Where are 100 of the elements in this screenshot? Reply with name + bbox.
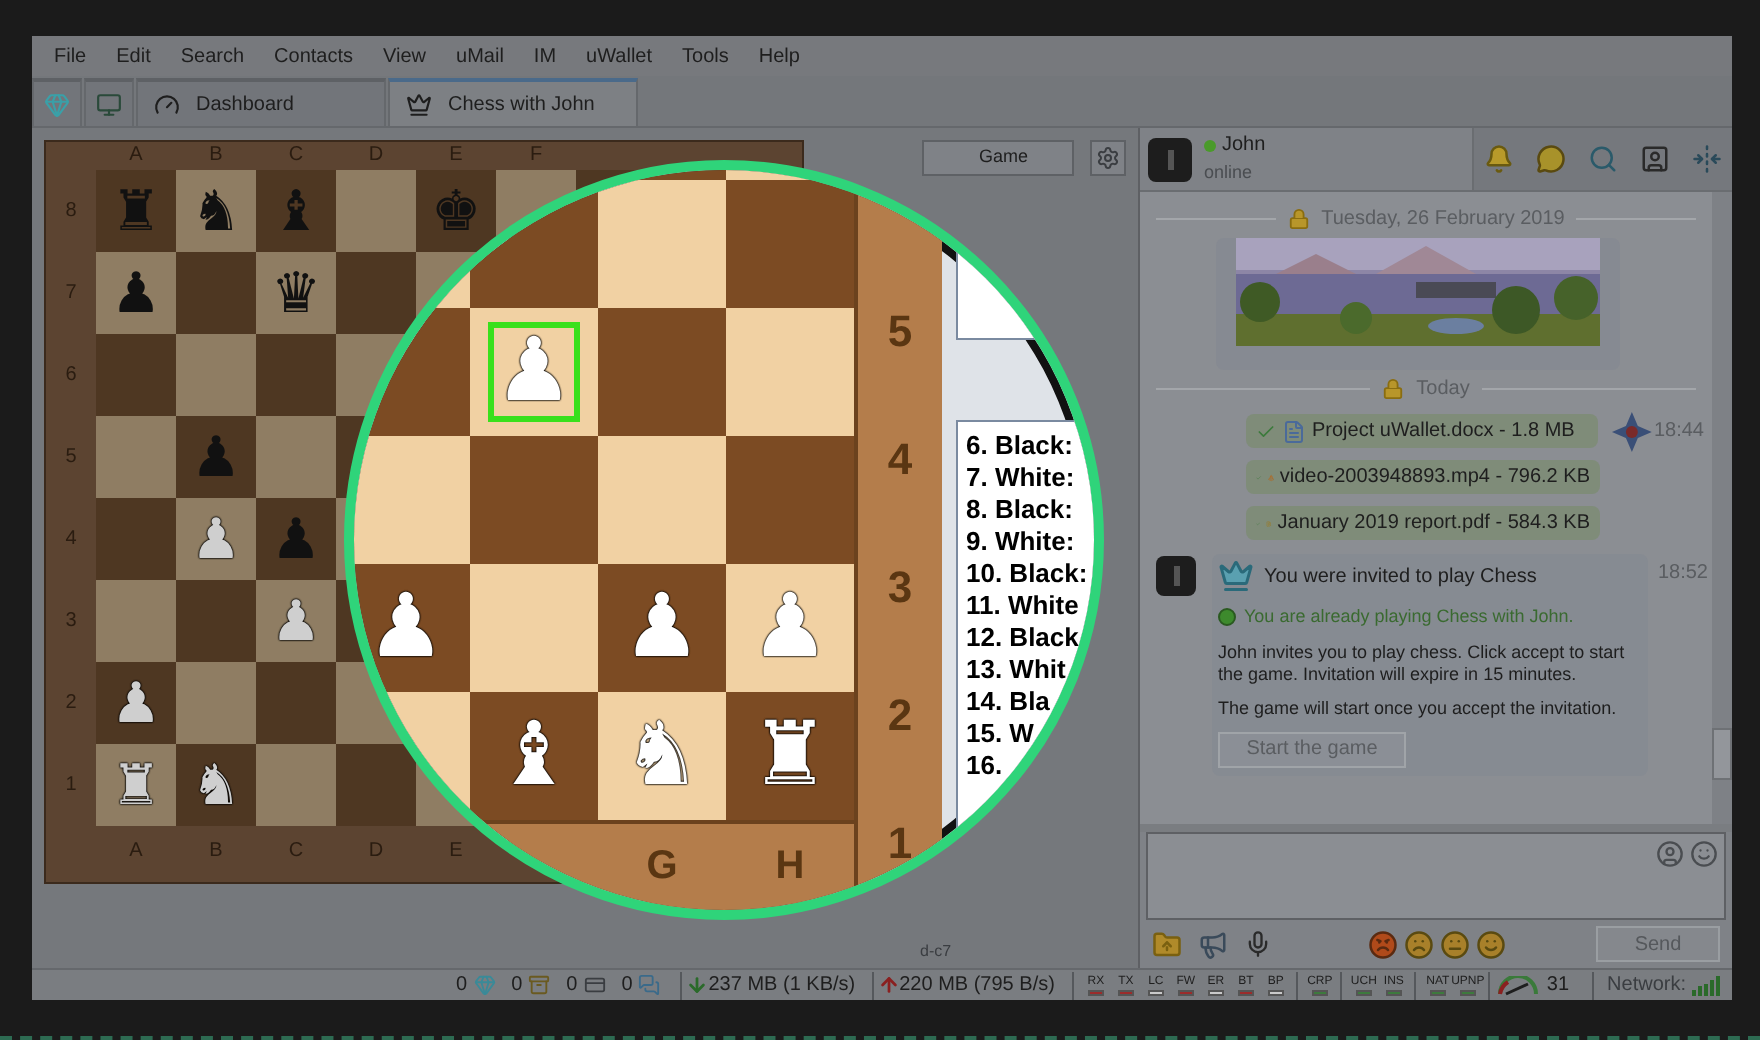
microphone-icon[interactable] bbox=[1244, 930, 1272, 958]
megaphone-icon[interactable] bbox=[1198, 929, 1228, 959]
rank-label: 3 bbox=[885, 560, 915, 616]
chess-piece: ♟ bbox=[488, 322, 580, 422]
smile-emoji-icon[interactable] bbox=[1476, 929, 1506, 959]
avatar bbox=[1148, 137, 1192, 181]
tab[interactable] bbox=[32, 78, 82, 126]
chess-piece: ♟ bbox=[110, 265, 162, 321]
upload-stats: 220 MB (795 B/s) bbox=[899, 972, 1055, 1000]
lock-icon bbox=[1382, 378, 1405, 400]
move-entry: 14. Bla bbox=[966, 686, 1052, 718]
menu-item[interactable]: Search bbox=[180, 41, 245, 71]
file-label: G bbox=[644, 842, 680, 892]
message-input[interactable] bbox=[1146, 832, 1726, 920]
document-icon bbox=[1282, 419, 1306, 443]
speed-gauge-icon bbox=[1496, 975, 1541, 995]
contact-name: John bbox=[1222, 132, 1266, 161]
avatar-icon bbox=[1610, 409, 1654, 453]
chess-piece: ♟ bbox=[622, 584, 702, 672]
contact-card-icon[interactable] bbox=[1639, 144, 1670, 174]
chess-piece: ♟ bbox=[190, 429, 242, 485]
search-icon[interactable] bbox=[1587, 144, 1618, 174]
check-icon bbox=[1256, 421, 1276, 441]
menu-item[interactable]: IM bbox=[533, 41, 557, 71]
bell-icon[interactable] bbox=[1484, 144, 1515, 174]
menu-item[interactable]: Tools bbox=[682, 41, 729, 71]
gauge-icon bbox=[154, 91, 180, 117]
avatar bbox=[1156, 556, 1196, 596]
smile-icon[interactable] bbox=[1690, 840, 1718, 868]
chat-icon bbox=[638, 974, 661, 996]
crown-icon bbox=[1218, 558, 1254, 594]
network-label: Network: bbox=[1607, 972, 1686, 1000]
menu-item[interactable]: Help bbox=[758, 41, 800, 71]
menu-item[interactable]: View bbox=[383, 41, 427, 71]
chat-icon[interactable] bbox=[1536, 144, 1567, 174]
move-entry: 10. Black: bbox=[966, 558, 1090, 590]
rank-label: 4 bbox=[885, 432, 915, 488]
tab[interactable]: Chess with John bbox=[388, 78, 638, 126]
download-stats: 237 MB (1 KB/s) bbox=[708, 972, 856, 1000]
menu-item[interactable]: File bbox=[54, 41, 87, 71]
neutral-emoji-icon[interactable] bbox=[1440, 929, 1470, 959]
lock-icon bbox=[1287, 208, 1310, 230]
file-message[interactable]: January 2019 report.pdf - 584.3 KB bbox=[1246, 506, 1600, 540]
angry-emoji-icon[interactable] bbox=[1368, 929, 1398, 959]
chess-piece: ♟ bbox=[366, 584, 446, 672]
menu-item[interactable]: uWallet bbox=[586, 41, 653, 71]
chess-piece: ♟ bbox=[750, 584, 830, 672]
file-label: H bbox=[773, 842, 807, 892]
chess-piece: ♟ bbox=[190, 511, 242, 567]
chess-piece: ♝ bbox=[494, 712, 574, 800]
file-message[interactable]: video-2003948893.mp4 - 796.2 KB bbox=[1246, 460, 1600, 494]
diamond-icon bbox=[44, 91, 70, 117]
move-entry: 16. bbox=[966, 750, 1005, 782]
move-entry: 11. White bbox=[966, 590, 1081, 622]
speed-value: 31 bbox=[1546, 972, 1570, 1000]
inbox-icon bbox=[528, 974, 551, 996]
move-entry: 13. Whit bbox=[966, 654, 1068, 686]
invitation-notice: You are already playing Chess with John. bbox=[1244, 604, 1574, 630]
tab[interactable]: Dashboard bbox=[136, 78, 386, 126]
signal-icon bbox=[1692, 975, 1724, 995]
card-icon bbox=[583, 974, 606, 996]
rank-label: 5 bbox=[885, 304, 915, 360]
chess-piece: ♟ bbox=[270, 593, 322, 649]
move-entry: 8. Black: bbox=[966, 494, 1075, 526]
menu-item[interactable]: Edit bbox=[116, 41, 151, 71]
chess-piece: ♞ bbox=[190, 183, 242, 239]
counter: 0 bbox=[456, 972, 468, 1000]
chess-piece: ♚ bbox=[430, 183, 482, 239]
collapse-icon[interactable] bbox=[1691, 144, 1722, 174]
download-arrow-icon bbox=[686, 974, 709, 996]
invitation-text: John invites you to play chess. Click accept to start the game. Invitation will expire in 15 minutes. bbox=[1218, 641, 1627, 685]
invitation-title: You were invited to play Chess bbox=[1264, 563, 1537, 591]
invitation-note: The game will start once you accept the invitation. bbox=[1218, 697, 1619, 719]
chess-piece: ♟ bbox=[270, 511, 322, 567]
chess-piece: ♞ bbox=[190, 757, 242, 813]
chess-piece: ♜ bbox=[110, 183, 162, 239]
move-notation: d-c7 bbox=[918, 940, 954, 964]
settings-button[interactable] bbox=[1090, 140, 1126, 176]
counter: 0 bbox=[621, 972, 633, 1000]
chess-piece: ♟ bbox=[110, 675, 162, 731]
rank-label: 1 bbox=[885, 816, 915, 872]
diamond-icon bbox=[473, 974, 496, 996]
menu-item[interactable]: Contacts bbox=[274, 41, 354, 71]
sad-emoji-icon[interactable] bbox=[1404, 929, 1434, 959]
chess-piece: ♞ bbox=[622, 712, 702, 800]
folder-upload-icon[interactable] bbox=[1152, 929, 1182, 959]
move-entry: 6. Black: bbox=[966, 430, 1075, 462]
move-entry: 15. W bbox=[966, 718, 1036, 750]
chess-piece: ♝ bbox=[270, 183, 322, 239]
tab[interactable] bbox=[84, 78, 134, 126]
user-icon[interactable] bbox=[1656, 840, 1684, 868]
counter: 0 bbox=[511, 972, 523, 1000]
chess-piece: ♜ bbox=[750, 712, 830, 800]
counter: 0 bbox=[566, 972, 578, 1000]
monitor-icon bbox=[96, 91, 122, 117]
file-message[interactable]: Project uWallet.docx - 1.8 MB bbox=[1246, 414, 1599, 448]
menu-item[interactable]: uMail bbox=[456, 41, 504, 71]
settings-icon bbox=[1096, 146, 1120, 170]
game-button[interactable]: Game bbox=[922, 140, 1074, 176]
rank-label: 2 bbox=[885, 688, 915, 744]
